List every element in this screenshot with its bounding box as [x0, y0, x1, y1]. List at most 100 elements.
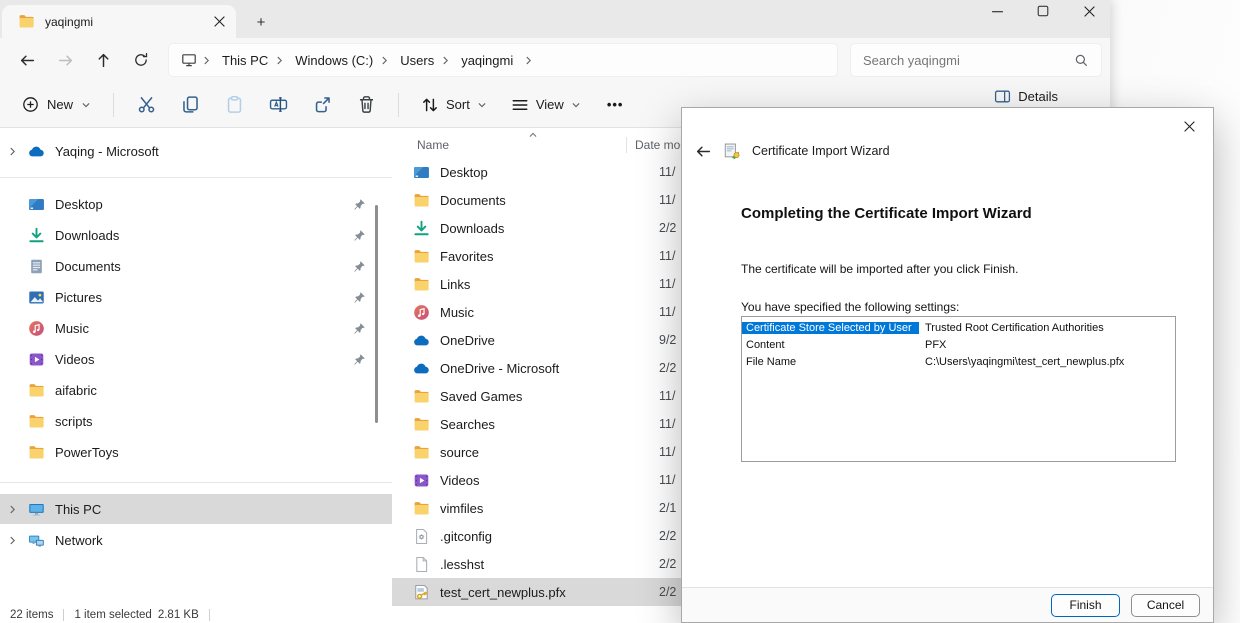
sidebar-item[interactable]: Videos [0, 344, 392, 374]
paste-button[interactable] [212, 87, 256, 123]
chevron-down-icon [571, 100, 581, 110]
breadcrumb-item[interactable]: yaqingmi [440, 53, 519, 68]
forward-arrow-icon [57, 52, 74, 69]
column-header-name[interactable]: Name [392, 138, 626, 152]
cut-icon [137, 95, 156, 114]
file-name: Videos [440, 473, 659, 488]
settings-row[interactable]: Content PFX [742, 336, 1175, 353]
file-date: 2/2 [659, 221, 676, 235]
dialog-back-button[interactable] [695, 143, 712, 160]
file-date: 11/ [659, 389, 675, 403]
settings-row[interactable]: File Name C:\Users\yaqingmi\test_cert_ne… [742, 353, 1175, 370]
delete-icon [357, 95, 376, 114]
file-name: Favorites [440, 249, 659, 264]
downloads-icon [412, 220, 430, 237]
chevron-right-icon [379, 55, 390, 66]
refresh-button[interactable] [122, 43, 160, 77]
finish-button[interactable]: Finish [1051, 594, 1120, 617]
search-input[interactable] [863, 53, 1074, 68]
chevron-right-icon [440, 55, 451, 66]
search-icon[interactable] [1074, 53, 1089, 68]
toolbar-divider [398, 93, 399, 117]
pin-icon [353, 322, 366, 335]
breadcrumb-item[interactable]: This PC [201, 53, 274, 68]
sidebar-item[interactable]: scripts [0, 406, 392, 436]
folder-icon [412, 388, 430, 405]
sidebar-item-label: Pictures [55, 290, 102, 305]
sidebar-scrollbar[interactable] [375, 205, 378, 423]
maximize-button[interactable] [1036, 4, 1050, 18]
details-button[interactable]: Details [994, 88, 1058, 105]
tab-bar: yaqingmi + [0, 0, 1110, 38]
search-box [850, 43, 1102, 77]
file-date: 11/ [659, 473, 675, 487]
videos-icon [412, 472, 430, 489]
back-button[interactable] [8, 43, 46, 77]
cut-button[interactable] [124, 87, 168, 123]
new-tab-button[interactable]: + [250, 14, 272, 31]
sidebar-item[interactable]: aifabric [0, 375, 392, 405]
this-pc-icon[interactable] [181, 52, 197, 68]
tab-title: yaqingmi [45, 15, 203, 29]
forward-button[interactable] [46, 43, 84, 77]
dialog-close-button[interactable] [1176, 115, 1202, 137]
sidebar-item[interactable]: Network [0, 525, 392, 555]
sidebar-item[interactable]: Yaqing - Microsoft [0, 136, 392, 166]
file-date: 11/ [659, 305, 675, 319]
desktop-icon [412, 164, 430, 181]
sidebar-item[interactable]: PowerToys [0, 437, 392, 467]
view-button[interactable]: View [499, 96, 593, 114]
more-options-button[interactable]: ••• [593, 97, 638, 112]
settings-row[interactable]: Certificate Store Selected by User Trust… [742, 319, 1175, 336]
up-button[interactable] [84, 43, 122, 77]
breadcrumb-label: Windows (C:) [289, 53, 379, 68]
settings-label: You have specified the following setting… [741, 300, 959, 314]
rename-button[interactable] [256, 87, 300, 123]
chevron-down-icon [477, 100, 487, 110]
sidebar-item[interactable]: Downloads [0, 220, 392, 250]
file-name: Music [440, 305, 659, 320]
thispc-icon [28, 501, 45, 518]
chevron-right-icon [201, 55, 212, 66]
file-icon [412, 556, 430, 573]
share-button[interactable] [300, 87, 344, 123]
tab-yaqingmi[interactable]: yaqingmi [2, 5, 236, 38]
minimize-button[interactable] [990, 4, 1004, 18]
file-date: 2/2 [659, 361, 676, 375]
breadcrumb-item[interactable]: Windows (C:) [274, 53, 379, 68]
status-divider [63, 609, 64, 621]
chevron-right-icon[interactable] [7, 504, 18, 515]
folder-icon [28, 444, 45, 461]
delete-button[interactable] [344, 87, 388, 123]
sidebar-item[interactable]: This PC [0, 494, 392, 524]
sidebar-item[interactable]: Music [0, 313, 392, 343]
chevron-right-icon [274, 55, 285, 66]
chevron-right-icon[interactable] [7, 535, 18, 546]
breadcrumb-label: This PC [216, 53, 274, 68]
new-button[interactable]: New [10, 96, 103, 113]
items-count: 22 items [10, 609, 53, 621]
breadcrumb: This PC Windows (C:) Users yaqingmi [168, 43, 838, 77]
window-close-button[interactable] [1082, 4, 1096, 18]
chevron-right-icon[interactable] [7, 146, 18, 157]
file-name: .gitconfig [440, 529, 659, 544]
documents-icon [28, 258, 45, 275]
sidebar-item[interactable]: Pictures [0, 282, 392, 312]
sidebar-item[interactable]: Desktop [0, 189, 392, 219]
pin-icon [353, 353, 366, 366]
file-date: 11/ [659, 417, 675, 431]
sidebar-item-label: Yaqing - Microsoft [55, 144, 159, 159]
copy-button[interactable] [168, 87, 212, 123]
setting-value: Trusted Root Certification Authorities [919, 322, 1175, 334]
breadcrumb-item[interactable]: Users [379, 53, 440, 68]
dialog-header: Certificate Import Wizard [695, 142, 890, 160]
tab-close-icon[interactable] [213, 15, 226, 28]
breadcrumb-label: Users [394, 53, 440, 68]
sidebar-item-label: Network [55, 533, 103, 548]
cancel-button[interactable]: Cancel [1131, 594, 1200, 617]
sort-button[interactable]: Sort [409, 96, 499, 114]
sidebar-item[interactable]: Documents [0, 251, 392, 281]
gear-file-icon [412, 528, 430, 545]
pin-icon [353, 291, 366, 304]
onedrive-icon [28, 143, 45, 160]
